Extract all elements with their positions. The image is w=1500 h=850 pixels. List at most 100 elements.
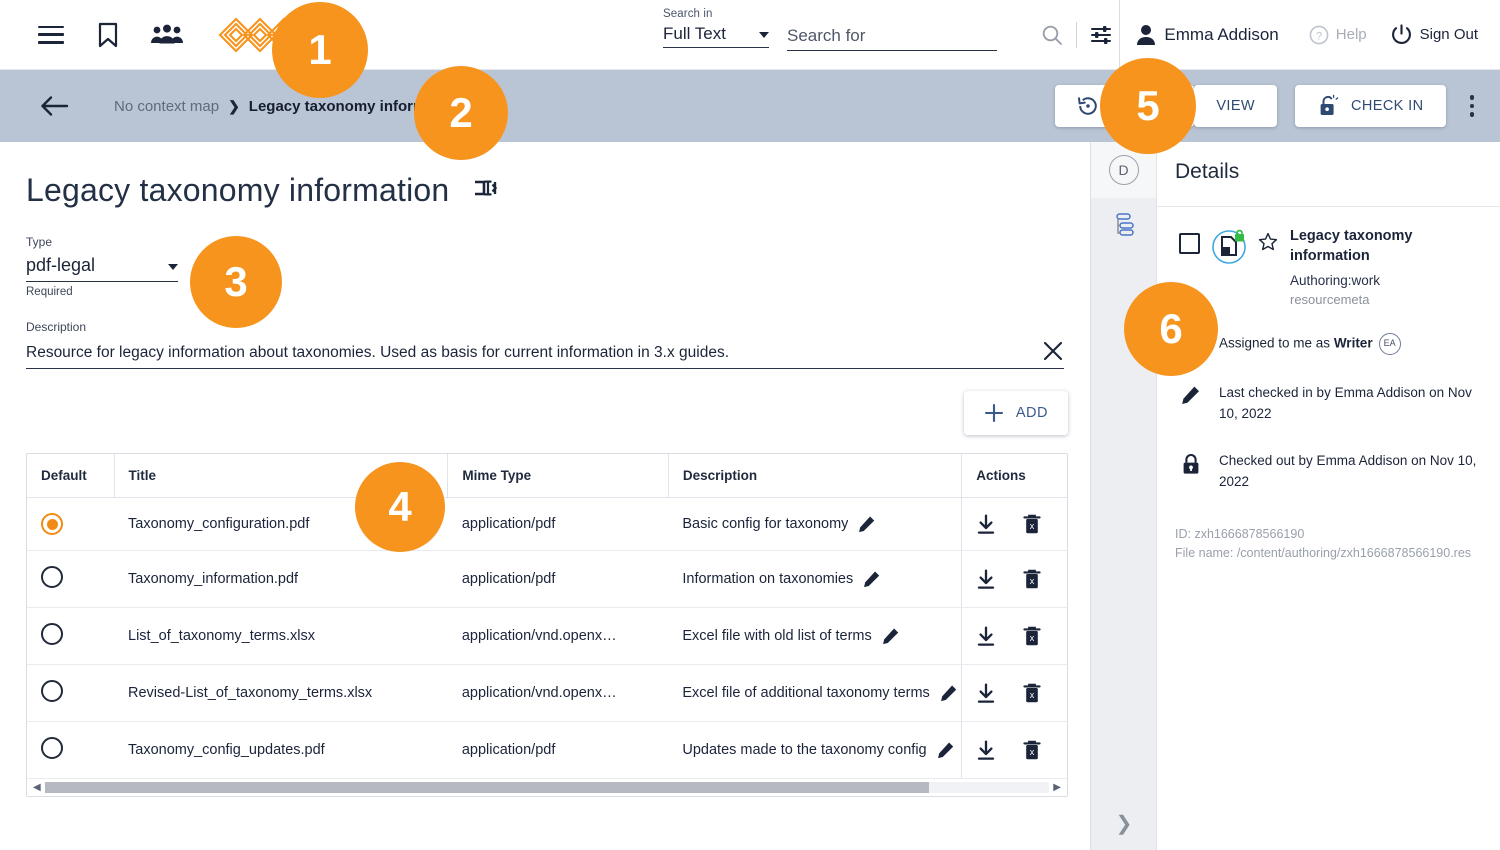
- table-row[interactable]: Revised-List_of_taxonomy_terms.xlsx appli…: [27, 664, 1067, 722]
- star-outline-icon[interactable]: [1258, 232, 1278, 257]
- details-resource-subtype: resourcemeta: [1290, 292, 1370, 308]
- search-in-label: Search in: [663, 8, 713, 20]
- back-arrow-icon[interactable]: [40, 95, 70, 117]
- table-row[interactable]: List_of_taxonomy_terms.xlsx application/v…: [27, 607, 1067, 665]
- cell-default[interactable]: [27, 664, 114, 722]
- meta-row-assigned: Assigned to me as Writer EA: [1179, 333, 1482, 357]
- details-file-name: File name: /content/authoring/zxh1666878…: [1175, 546, 1472, 561]
- search-in-select[interactable]: Full Text: [663, 24, 769, 48]
- scrollbar-track[interactable]: [44, 782, 1050, 793]
- hamburger-menu-icon[interactable]: [38, 25, 64, 44]
- user-menu[interactable]: Emma Addison: [1136, 24, 1279, 46]
- radio-unselected[interactable]: [41, 680, 63, 702]
- cell-mime-type: application/vnd.openx…: [447, 607, 669, 665]
- search-for-field[interactable]: [787, 26, 997, 51]
- view-button[interactable]: VIEW: [1194, 85, 1277, 127]
- download-icon[interactable]: [976, 513, 996, 535]
- table-row[interactable]: Taxonomy_configuration.pdf application/pd…: [27, 497, 1067, 551]
- horizontal-scrollbar[interactable]: ◀ ▶: [27, 778, 1067, 796]
- select-checkbox[interactable]: [1179, 233, 1200, 254]
- scroll-left-arrow-icon[interactable]: ◀: [33, 782, 41, 793]
- scrollbar-thumb[interactable]: [44, 782, 929, 793]
- delete-trash-icon[interactable]: x: [1022, 682, 1042, 704]
- description-input-row[interactable]: [26, 340, 1064, 369]
- pencil-edit-icon[interactable]: [940, 684, 958, 702]
- details-id: ID: zxh1666878566190: [1175, 526, 1305, 541]
- search-icon[interactable]: [1040, 23, 1064, 47]
- chevron-right-icon[interactable]: ❯: [1116, 811, 1133, 836]
- callout-badge-3: 3: [190, 236, 282, 328]
- radio-selected[interactable]: [41, 513, 63, 535]
- close-x-icon[interactable]: [1042, 340, 1064, 362]
- pencil-edit-icon[interactable]: [937, 741, 955, 759]
- details-resource-names: Legacy taxonomy information Authoring:wo…: [1290, 227, 1465, 307]
- assigned-prefix: Assigned to me as: [1219, 335, 1334, 351]
- delete-trash-icon[interactable]: x: [1022, 568, 1042, 590]
- search-input[interactable]: [787, 26, 997, 51]
- lock-closed-icon: [1179, 451, 1203, 475]
- details-resource-type: Authoring:work: [1290, 273, 1381, 289]
- description-input[interactable]: [26, 344, 1030, 362]
- type-value: pdf-legal: [26, 255, 96, 275]
- chevron-down-icon: [759, 32, 769, 38]
- sign-out-button[interactable]: Sign Out: [1391, 24, 1478, 45]
- cell-default[interactable]: [27, 607, 114, 665]
- delete-trash-icon[interactable]: x: [1022, 625, 1042, 647]
- download-icon[interactable]: [976, 682, 996, 704]
- callout-badge-2: 2: [414, 66, 508, 160]
- resources-table: Default Title Mime Type Description Acti…: [26, 453, 1068, 797]
- search-in-value: Full Text: [663, 24, 726, 43]
- svg-text:x: x: [1030, 747, 1035, 757]
- cell-title: Revised-List_of_taxonomy_terms.xlsx: [114, 664, 448, 722]
- page-title-row: Legacy taxonomy information: [26, 172, 1090, 209]
- pencil-edit-icon[interactable]: [863, 570, 881, 588]
- pencil-edit-icon[interactable]: [858, 515, 876, 533]
- breadcrumb-bar: No context map ❯ Legacy taxonomy informa…: [0, 70, 1500, 142]
- breadcrumb-parent[interactable]: No context map: [114, 98, 219, 115]
- help-label: Help: [1335, 26, 1367, 43]
- kebab-menu-icon[interactable]: [1464, 89, 1481, 123]
- delete-trash-icon[interactable]: x: [1022, 739, 1042, 761]
- people-group-icon[interactable]: [150, 24, 184, 46]
- details-resource-header: Legacy taxonomy information Authoring:wo…: [1157, 207, 1500, 307]
- sign-out-label: Sign Out: [1419, 26, 1478, 43]
- type-label: Type: [26, 235, 53, 249]
- add-button[interactable]: ADD: [963, 391, 1068, 435]
- type-select[interactable]: pdf-legal: [26, 255, 178, 282]
- column-header-default[interactable]: Default: [27, 454, 114, 498]
- search-in-field[interactable]: Search in Full Text: [663, 8, 773, 48]
- check-in-button[interactable]: CHECK IN: [1295, 85, 1446, 127]
- radio-unselected[interactable]: [41, 737, 63, 759]
- bookmark-icon[interactable]: [96, 22, 120, 48]
- cell-default[interactable]: [27, 550, 114, 608]
- cell-default[interactable]: [27, 497, 114, 551]
- filter-settings-icon[interactable]: [1089, 24, 1113, 46]
- cell-default[interactable]: [27, 722, 114, 779]
- cell-mime-type: application/vnd.openx…: [447, 664, 669, 722]
- chevron-right-icon: ❯: [228, 97, 240, 114]
- assigned-role: Writer: [1333, 335, 1373, 351]
- callout-badge-6: 6: [1124, 282, 1218, 376]
- radio-unselected[interactable]: [41, 623, 63, 645]
- help-button[interactable]: ? Help: [1309, 25, 1367, 45]
- scroll-right-arrow-icon[interactable]: ▶: [1053, 782, 1061, 793]
- table-row[interactable]: Taxonomy_information.pdf application/pdf I…: [27, 550, 1067, 608]
- avatar[interactable]: EA: [1378, 333, 1401, 356]
- download-icon[interactable]: [976, 739, 996, 761]
- pencil-edit-icon[interactable]: [882, 627, 900, 645]
- column-header-mime-type[interactable]: Mime Type: [447, 454, 669, 498]
- resize-width-icon[interactable]: [473, 178, 503, 203]
- rail-collapse[interactable]: ❯: [1091, 811, 1157, 836]
- document-locked-icon[interactable]: [1210, 227, 1248, 265]
- cell-description-text: Information on taxonomies: [682, 571, 854, 587]
- pencil-edit-icon: [1179, 383, 1203, 405]
- radio-unselected[interactable]: [41, 566, 63, 588]
- download-icon[interactable]: [976, 568, 996, 590]
- callout-badge-5: 5: [1100, 58, 1196, 154]
- download-icon[interactable]: [976, 625, 996, 647]
- column-header-actions: Actions: [961, 454, 1067, 498]
- delete-trash-icon[interactable]: x: [1022, 513, 1042, 535]
- table-row[interactable]: Taxonomy_config_updates.pdf application/p…: [27, 721, 1067, 779]
- rail-tab-hierarchy[interactable]: [1091, 198, 1156, 254]
- column-header-description[interactable]: Description: [667, 454, 962, 498]
